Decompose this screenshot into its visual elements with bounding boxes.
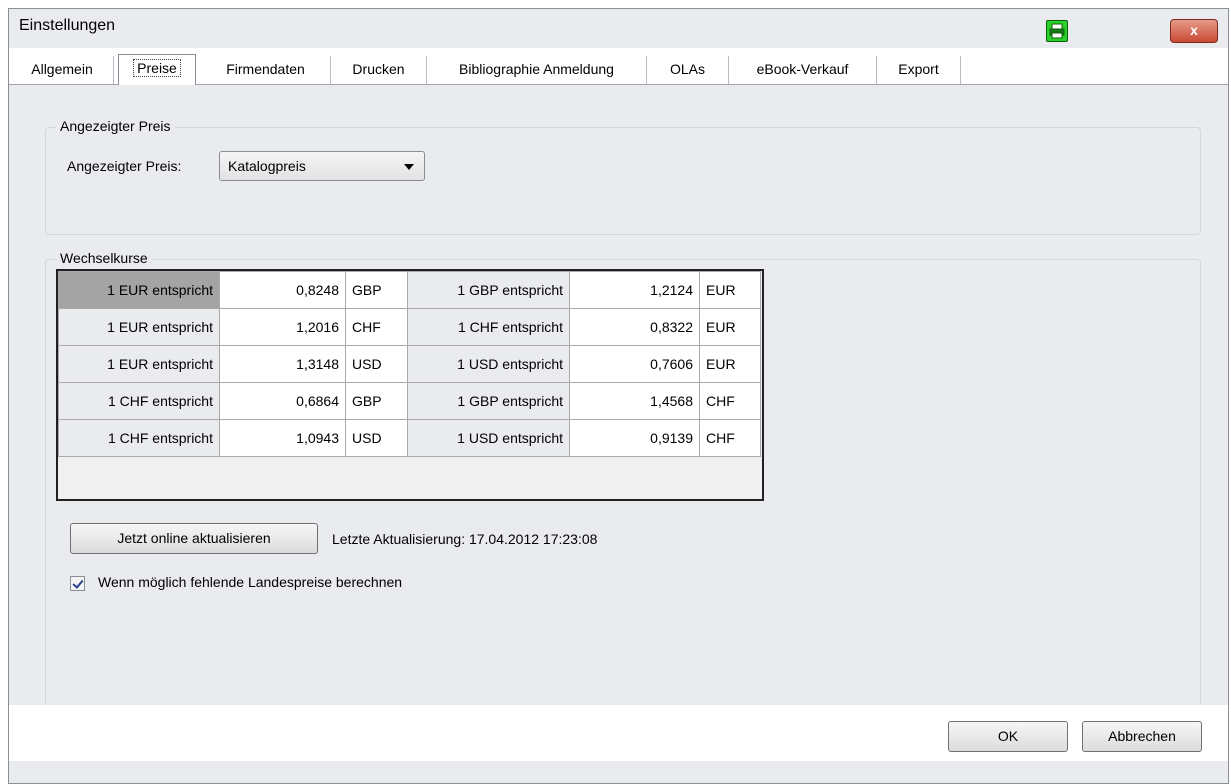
currency-cell[interactable]: EUR	[699, 345, 761, 383]
price-group-legend: Angezeigter Preis	[56, 118, 175, 134]
row-header-cell[interactable]: 1 CHF entspricht	[58, 419, 220, 457]
row-header-cell[interactable]: 1 EUR entspricht	[58, 345, 220, 383]
tab-content-preise: Angezeigter Preis Angezeigter Preis: Kat…	[9, 85, 1228, 711]
price-select-value: Katalogpreis	[228, 158, 306, 174]
currency-cell[interactable]: EUR	[699, 271, 761, 309]
title-bar[interactable]: Einstellungen x	[9, 9, 1228, 45]
rate-value-cell[interactable]: 1,3148	[219, 345, 346, 383]
tab-label: Firmendaten	[226, 61, 305, 77]
row-header-cell[interactable]: 1 CHF entspricht	[407, 308, 570, 346]
tab-label: Export	[898, 61, 939, 77]
currency-cell[interactable]: GBP	[345, 382, 408, 420]
rate-value-cell[interactable]: 1,2016	[219, 308, 346, 346]
currency-cell[interactable]: GBP	[345, 271, 408, 309]
currency-cell[interactable]: EUR	[699, 308, 761, 346]
tab-export[interactable]: Export	[877, 56, 961, 84]
price-select[interactable]: Katalogpreis	[219, 151, 425, 181]
table-row[interactable]: 1 EUR entspricht 1,3148 USD 1 USD entspr…	[58, 345, 761, 383]
tab-allgemein[interactable]: Allgemein	[11, 56, 114, 84]
row-header-cell[interactable]: 1 CHF entspricht	[58, 382, 220, 420]
ok-button[interactable]: OK	[948, 721, 1068, 752]
exchange-rates-grid[interactable]: 1 EUR entspricht 0,8248 GBP 1 GBP entspr…	[56, 269, 764, 501]
tab-olas[interactable]: OLAs	[647, 56, 729, 84]
tab-label: OLAs	[669, 61, 705, 77]
window-title: Einstellungen	[19, 17, 116, 34]
tab-drucken[interactable]: Drucken	[331, 56, 427, 84]
tab-label: eBook-Verkauf	[756, 61, 849, 77]
settings-window: Einstellungen x Allgemein Preise Firmend…	[8, 8, 1229, 784]
price-label: Angezeigter Preis:	[67, 158, 182, 174]
rate-value-cell[interactable]: 0,6864	[219, 382, 346, 420]
calc-missing-prices-checkbox[interactable]	[70, 576, 85, 591]
tab-bibliographie-anmeldung[interactable]: Bibliographie Anmeldung	[427, 56, 647, 84]
checkbox-label[interactable]: Wenn möglich fehlende Landespreise berec…	[98, 574, 402, 590]
currency-cell[interactable]: USD	[345, 419, 408, 457]
printer-icon[interactable]	[1046, 20, 1068, 42]
rate-value-cell[interactable]: 1,2124	[569, 271, 700, 309]
tab-preise[interactable]: Preise	[118, 54, 196, 85]
tab-label: Allgemein	[31, 61, 93, 77]
currency-cell[interactable]: CHF	[345, 308, 408, 346]
table-row[interactable]: 1 EUR entspricht 1,2016 CHF 1 CHF entspr…	[58, 308, 761, 346]
rate-value-cell[interactable]: 0,9139	[569, 419, 700, 457]
tab-firmendaten[interactable]: Firmendaten	[201, 56, 331, 84]
row-header-cell[interactable]: 1 GBP entspricht	[407, 382, 570, 420]
rate-value-cell[interactable]: 1,0943	[219, 419, 346, 457]
table-row[interactable]: 1 CHF entspricht 0,6864 GBP 1 GBP entspr…	[58, 382, 761, 420]
row-header-cell[interactable]: 1 EUR entspricht	[58, 308, 220, 346]
table-row[interactable]: 1 EUR entspricht 0,8248 GBP 1 GBP entspr…	[58, 271, 761, 309]
row-header-cell[interactable]: 1 USD entspricht	[407, 419, 570, 457]
currency-cell[interactable]: CHF	[699, 419, 761, 457]
currency-cell[interactable]: CHF	[699, 382, 761, 420]
rate-value-cell[interactable]: 1,4568	[569, 382, 700, 420]
cancel-button[interactable]: Abbrechen	[1082, 721, 1202, 752]
chevron-down-icon	[404, 164, 414, 170]
close-button[interactable]: x	[1170, 19, 1218, 43]
row-header-cell[interactable]: 1 EUR entspricht	[58, 271, 220, 309]
rate-value-cell[interactable]: 0,7606	[569, 345, 700, 383]
tab-ebook-verkauf[interactable]: eBook-Verkauf	[729, 56, 877, 84]
price-groupbox: Angezeigter Preis	[45, 118, 1201, 235]
currency-cell[interactable]: USD	[345, 345, 408, 383]
status-strip	[9, 761, 1228, 783]
rate-value-cell[interactable]: 0,8248	[219, 271, 346, 309]
table-row[interactable]: 1 CHF entspricht 1,0943 USD 1 USD entspr…	[58, 419, 761, 457]
tab-bar: Allgemein Preise Firmendaten Drucken Bib…	[9, 48, 1228, 85]
tab-label: Preise	[133, 59, 181, 77]
tab-label: Bibliographie Anmeldung	[459, 61, 614, 77]
last-update-text: Letzte Aktualisierung: 17.04.2012 17:23:…	[332, 531, 598, 547]
rates-group-legend: Wechselkurse	[56, 250, 152, 266]
close-icon: x	[1190, 22, 1198, 38]
tab-label: Drucken	[352, 61, 405, 77]
rate-value-cell[interactable]: 0,8322	[569, 308, 700, 346]
row-header-cell[interactable]: 1 GBP entspricht	[407, 271, 570, 309]
update-online-button[interactable]: Jetzt online aktualisieren	[70, 523, 318, 554]
row-header-cell[interactable]: 1 USD entspricht	[407, 345, 570, 383]
